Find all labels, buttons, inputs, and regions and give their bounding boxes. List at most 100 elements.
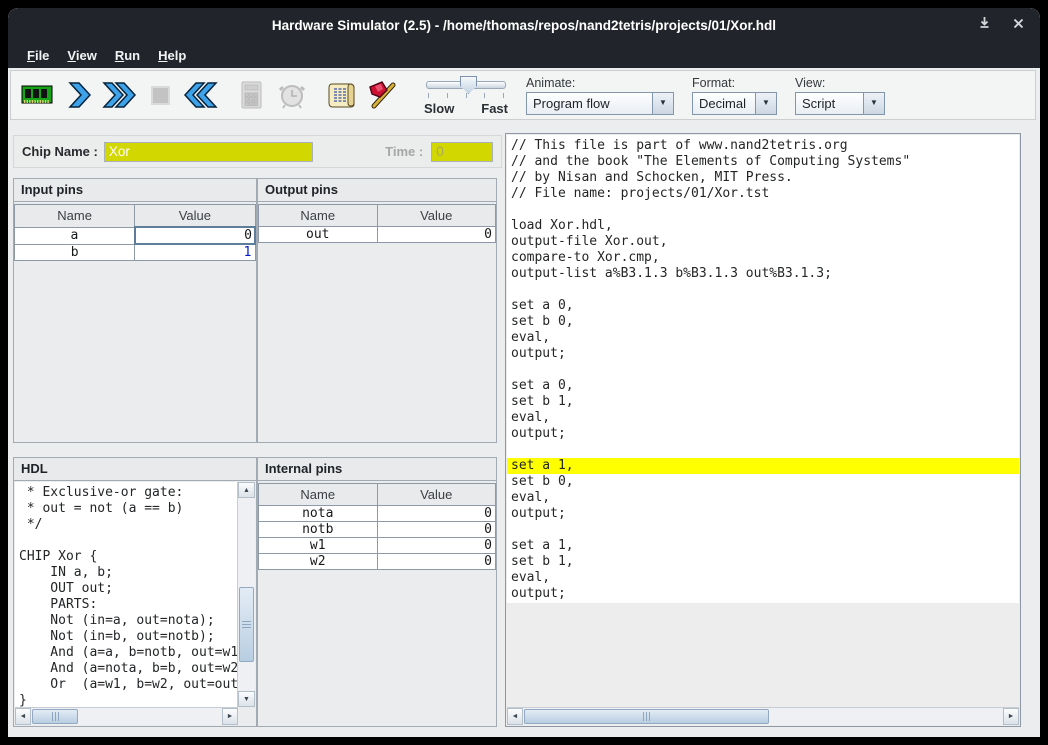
code-line: output-list a%B3.1.3 b%B3.1.3 out%B3.1.3… (507, 266, 1019, 282)
clock-button (272, 74, 312, 116)
stop-icon (143, 78, 177, 112)
pin-value[interactable]: 0 (135, 227, 255, 244)
code-line: output; (507, 586, 1019, 602)
pin-row-out: out0 (259, 227, 496, 243)
output-pins-table[interactable]: NameValueout0 (258, 204, 496, 243)
view-select[interactable]: Script ▼ (795, 92, 885, 115)
pin-value[interactable]: 0 (377, 538, 496, 554)
reset-button[interactable] (181, 74, 221, 116)
code-line: set a 1, (507, 538, 1019, 554)
load-chip-button[interactable] (17, 74, 57, 116)
scroll-right-arrow[interactable]: ► (222, 708, 238, 725)
code-line (19, 533, 238, 549)
speed-slider[interactable]: Slow Fast (424, 74, 508, 116)
code-line: eval, (507, 490, 1019, 506)
scroll-left-arrow[interactable]: ◄ (15, 708, 31, 725)
column-header-name: Name (15, 205, 135, 228)
pin-row-w1: w10 (259, 538, 496, 554)
chip-name-label: Chip Name : (22, 144, 98, 159)
toolbar: Slow Fast Animate: Program flow ▼ Format… (10, 70, 1036, 120)
minimize-button[interactable] (976, 17, 992, 33)
scrollbar-thumb[interactable] (524, 709, 769, 724)
code-line: output; (507, 346, 1019, 362)
pin-value[interactable]: 0 (377, 227, 496, 243)
run-button[interactable] (99, 74, 139, 116)
chip-icon (19, 78, 55, 112)
title-bar: Hardware Simulator (2.5) - /home/thomas/… (8, 8, 1040, 42)
menu-run[interactable]: Run (106, 45, 149, 66)
flag-icon (366, 78, 400, 112)
pin-name: b (15, 244, 135, 261)
pin-value[interactable]: 0 (377, 554, 496, 570)
code-line: } (19, 693, 238, 707)
code-line (507, 282, 1019, 298)
format-value: Decimal (693, 93, 755, 114)
code-line: And (a=nota, b=b, out=w2); (19, 661, 238, 677)
scroll-up-arrow[interactable]: ▲ (238, 482, 255, 498)
scroll-left-arrow[interactable]: ◄ (507, 708, 523, 725)
menu-help[interactable]: Help (149, 45, 195, 66)
script-view[interactable]: // This file is part of www.nand2tetris.… (507, 135, 1019, 603)
output-pins-panel: Output pins NameValueout0 (257, 178, 497, 443)
chip-name-field[interactable]: Xor (104, 142, 313, 162)
code-line (507, 442, 1019, 458)
animate-select[interactable]: Program flow ▼ (526, 92, 674, 115)
pin-value[interactable]: 0 (377, 506, 496, 522)
hdl-horizontal-scrollbar[interactable]: ◄ ► (15, 707, 238, 725)
code-line: set b 0, (507, 474, 1019, 490)
scrollbar-thumb[interactable] (239, 587, 254, 662)
pin-value[interactable]: 0 (377, 522, 496, 538)
chip-bar: Chip Name : Xor Time : 0 (13, 135, 502, 168)
slider-thumb[interactable] (460, 76, 477, 94)
script-horizontal-scrollbar[interactable]: ◄ ► (507, 707, 1019, 725)
code-line: PARTS: (19, 597, 238, 613)
pin-name: a (15, 227, 135, 244)
script-panel: // This file is part of www.nand2tetris.… (505, 133, 1021, 727)
code-line: Not (in=a, out=nota); (19, 613, 238, 629)
pin-name: out (259, 227, 378, 243)
minimize-icon (978, 16, 991, 34)
pin-value[interactable]: 1 (135, 244, 255, 261)
chevron-down-icon[interactable]: ▼ (652, 93, 673, 114)
input-pins-title: Input pins (14, 179, 256, 202)
code-line: // by Nisan and Schocken, MIT Press. (507, 170, 1019, 186)
column-header-value: Value (377, 484, 496, 506)
column-header-name: Name (259, 484, 378, 506)
stop-button (140, 74, 180, 116)
input-pins-table[interactable]: NameValuea0b1 (14, 204, 256, 261)
step-forward-icon (61, 78, 95, 112)
code-line: * Exclusive-or gate: (19, 485, 238, 501)
scrollbar-thumb[interactable] (32, 709, 78, 724)
code-line: output; (507, 426, 1019, 442)
menu-file[interactable]: File (18, 45, 58, 66)
scroll-right-arrow[interactable]: ► (1003, 708, 1019, 725)
chevron-down-icon[interactable]: ▼ (755, 93, 776, 114)
chevron-down-icon[interactable]: ▼ (863, 93, 884, 114)
pin-row-nota: nota0 (259, 506, 496, 522)
pin-row-notb: notb0 (259, 522, 496, 538)
code-line: IN a, b; (19, 565, 238, 581)
code-line: set b 0, (507, 314, 1019, 330)
scroll-down-arrow[interactable]: ▼ (238, 691, 255, 707)
code-line: eval, (507, 330, 1019, 346)
hdl-code[interactable]: * Exclusive-or gate: * out = not (a == b… (15, 482, 238, 707)
animate-label: Animate: (526, 76, 575, 90)
load-script-button[interactable] (322, 74, 362, 116)
internal-pins-table[interactable]: NameValuenota0notb0w10w20 (258, 483, 496, 570)
code-line: // File name: projects/01/Xor.tst (507, 186, 1019, 202)
input-pins-panel: Input pins NameValuea0b1 (13, 178, 257, 443)
close-button[interactable] (1010, 17, 1026, 33)
code-line: eval, (507, 570, 1019, 586)
menu-view[interactable]: View (58, 45, 105, 66)
hdl-panel: HDL * Exclusive-or gate: * out = not (a … (13, 457, 257, 727)
hdl-vertical-scrollbar[interactable]: ▲ ▼ (237, 482, 255, 707)
breakpoints-button[interactable] (363, 74, 403, 116)
format-select[interactable]: Decimal ▼ (692, 92, 777, 115)
calculator-button (231, 74, 271, 116)
pin-name: w1 (259, 538, 378, 554)
code-line: And (a=a, b=notb, out=w1); (19, 645, 238, 661)
single-step-button[interactable] (58, 74, 98, 116)
internal-pins-panel: Internal pins NameValuenota0notb0w10w20 (257, 457, 497, 727)
code-line: set b 1, (507, 554, 1019, 570)
hardware-simulator-window: Hardware Simulator (2.5) - /home/thomas/… (8, 8, 1040, 737)
